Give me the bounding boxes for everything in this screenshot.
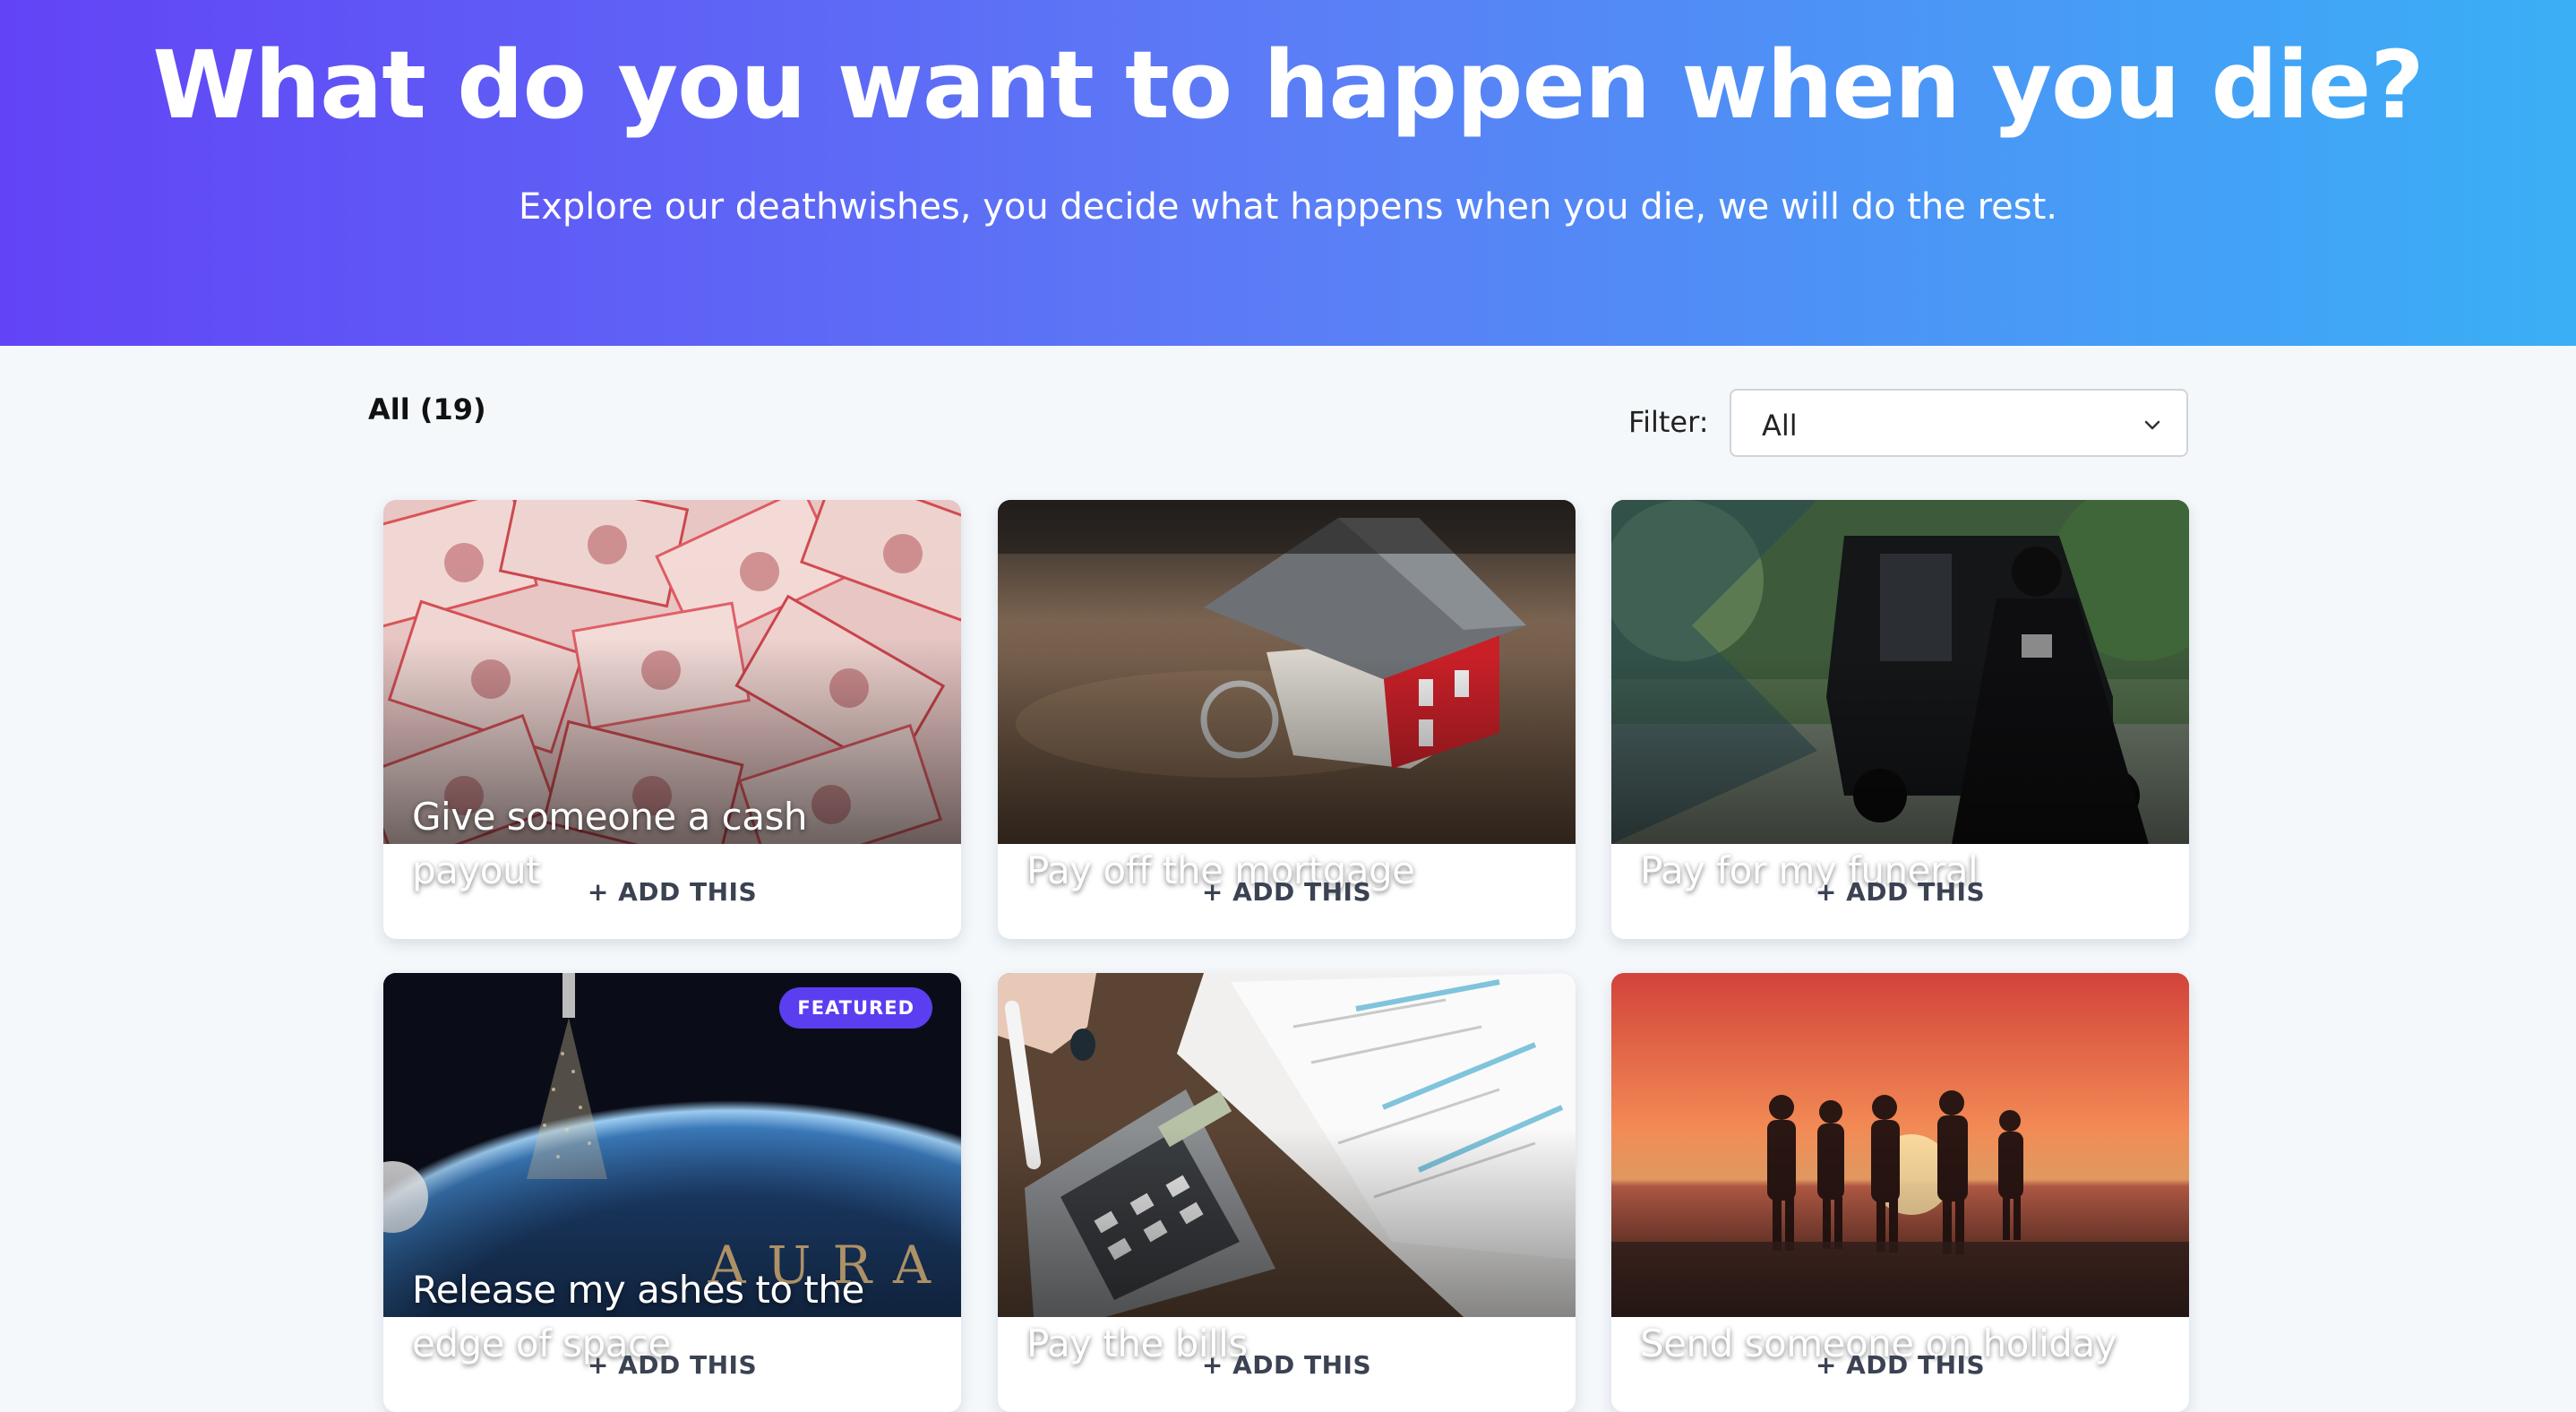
card-image-house: [998, 500, 1576, 844]
chevron-down-icon: [2144, 420, 2160, 430]
add-this-button[interactable]: + ADD THIS: [1611, 844, 2189, 939]
deathwish-card[interactable]: Pay off the mortgage + ADD THIS: [998, 500, 1576, 939]
add-this-button[interactable]: + ADD THIS: [383, 844, 961, 939]
deathwish-card[interactable]: Pay for my funeral + ADD THIS: [1611, 500, 2189, 939]
add-this-button[interactable]: + ADD THIS: [998, 844, 1576, 939]
card-image-hearse: [1611, 500, 2189, 844]
deathwish-card[interactable]: Send someone on holiday + ADD THIS: [1611, 973, 2189, 1412]
filter-dropdown[interactable]: All: [1730, 389, 2188, 457]
page-subtitle: Explore our deathwishes, you decide what…: [518, 186, 2058, 228]
hero-banner: What do you want to happen when you die?…: [0, 0, 2576, 346]
add-this-button[interactable]: + ADD THIS: [1611, 1317, 2189, 1412]
result-count: All (19): [368, 392, 486, 426]
card-image-sunset-family: [1611, 973, 2189, 1317]
card-image-calculator: [998, 973, 1576, 1317]
filter-selected-value: All: [1762, 409, 1798, 443]
add-this-button[interactable]: + ADD THIS: [998, 1317, 1576, 1412]
featured-badge: FEATURED: [779, 987, 932, 1029]
filter-label: Filter:: [1628, 405, 1709, 439]
add-this-button[interactable]: + ADD THIS: [383, 1317, 961, 1412]
page-title: What do you want to happen when you die?: [152, 30, 2424, 140]
deathwish-card[interactable]: FEATURED AURA Release my ashes to the ed…: [383, 973, 961, 1412]
deathwish-card[interactable]: Give someone a cash payout + ADD THIS: [383, 500, 961, 939]
deathwish-card[interactable]: Pay the bills + ADD THIS: [998, 973, 1576, 1412]
